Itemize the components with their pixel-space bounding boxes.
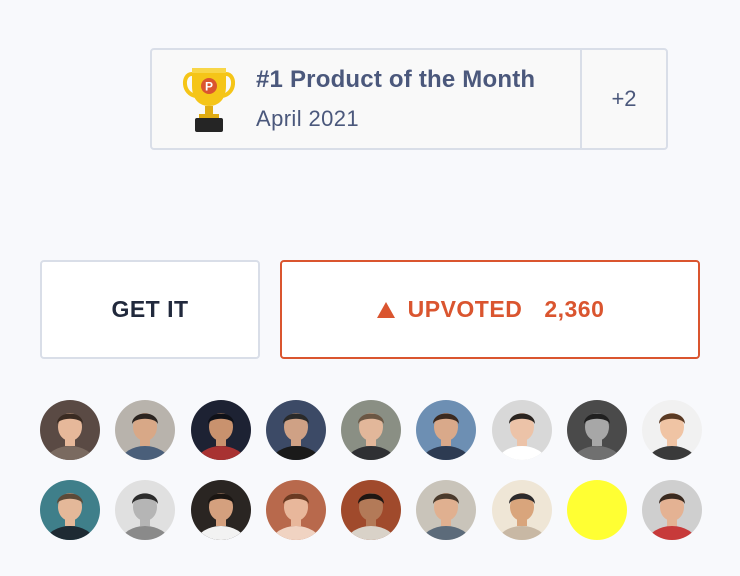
upvoter-avatar[interactable] — [642, 400, 702, 460]
upvoter-avatar[interactable] — [265, 480, 326, 540]
upvoter-avatar[interactable] — [491, 480, 552, 540]
upvote-label: UPVOTED — [407, 296, 523, 322]
get-it-label: GET IT — [111, 296, 189, 322]
award-text: #1 Product of the Month April 2021 — [256, 66, 535, 132]
upvoter-avatar[interactable] — [416, 400, 477, 460]
upvoter-avatar[interactable] — [115, 400, 176, 460]
upvoter-avatars — [40, 400, 702, 540]
upvoter-avatar[interactable] — [491, 400, 552, 460]
upvoter-avatar[interactable] — [115, 480, 176, 540]
more-awards-button[interactable]: +2 — [580, 50, 666, 148]
upvoter-avatar[interactable] — [566, 400, 627, 460]
upvoter-avatar[interactable] — [341, 480, 401, 540]
award-title: #1 Product of the Month — [256, 66, 536, 93]
award-main: P #1 Product of the Month April 2021 — [152, 50, 580, 148]
upvoter-avatar[interactable] — [341, 400, 401, 460]
upvote-count: 2,360 — [544, 296, 605, 322]
trophy-letter: P — [205, 80, 213, 94]
triangle-up-icon — [376, 301, 396, 319]
upvoter-avatar[interactable] — [416, 480, 477, 540]
upvoter-avatar[interactable] — [566, 480, 627, 540]
upvoter-avatar[interactable] — [190, 480, 251, 540]
upvoter-avatar[interactable] — [642, 480, 702, 540]
trophy-icon: P — [182, 64, 236, 134]
product-sidebar: P #1 Product of the Month April 2021 +2 … — [0, 0, 740, 576]
upvoter-avatar[interactable] — [40, 480, 100, 540]
upvoter-avatar[interactable] — [265, 400, 326, 460]
award-badge[interactable]: P #1 Product of the Month April 2021 +2 — [150, 48, 668, 150]
get-it-button[interactable]: GET IT — [40, 260, 260, 359]
upvoter-avatar[interactable] — [190, 400, 251, 460]
upvote-button[interactable]: UPVOTED 2,360 — [280, 260, 700, 359]
award-date: April 2021 — [256, 106, 360, 131]
upvoter-avatar[interactable] — [40, 400, 100, 460]
